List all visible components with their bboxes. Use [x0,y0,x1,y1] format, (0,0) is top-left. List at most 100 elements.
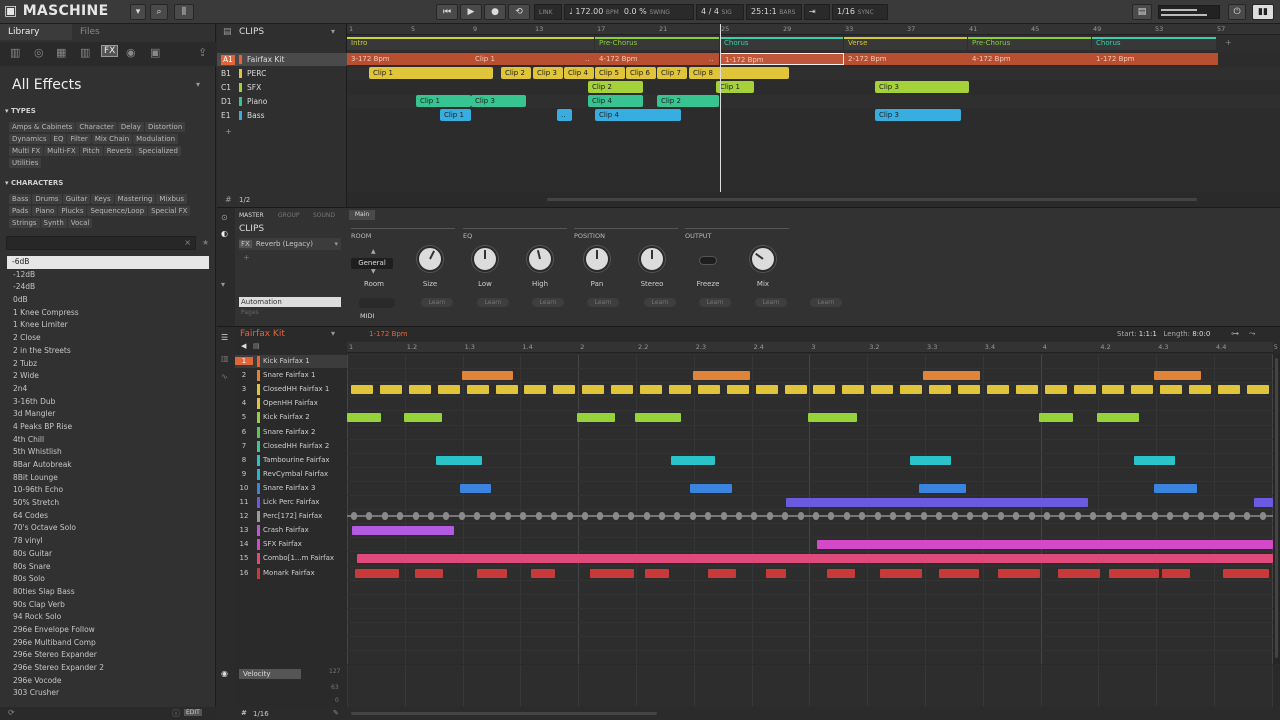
list-item[interactable]: -6dB [7,256,209,269]
list-item[interactable]: 2 in the Streets [0,345,216,358]
note[interactable] [1073,385,1096,395]
clip-block[interactable]: Clip 1 [416,95,471,107]
note[interactable] [690,483,732,493]
kit-icon[interactable]: ▦ [56,46,66,59]
note[interactable] [671,455,715,465]
pad-row[interactable]: 9 RevCymbal Fairfax [235,468,347,481]
learn-button[interactable]: Learn [644,298,676,307]
clip-block[interactable]: Clip 7 [657,67,687,79]
list-item[interactable]: 2 Tubz [0,358,216,371]
fx-icon[interactable]: FX [101,45,119,57]
note[interactable] [755,385,778,395]
pencil-icon[interactable]: ✎ [333,709,339,717]
list-item[interactable]: 296e Envelope Follow [0,624,216,637]
type-tag[interactable]: Modulation [133,134,179,144]
note[interactable] [784,385,807,395]
clip-block[interactable]: Clip 3 [875,109,961,121]
clip-block[interactable]: Clip 1 [440,109,471,121]
note[interactable] [708,568,736,578]
character-tag[interactable]: Vocal [67,218,93,228]
clip-block[interactable]: Clip 3 [875,81,969,93]
track-row[interactable]: C1 SFX [217,81,347,94]
scene-label[interactable]: Chorus [1096,39,1121,47]
character-tag[interactable]: Mastering [114,194,156,204]
search-input[interactable]: × [6,236,196,250]
clip-block[interactable]: Clip 2 [501,67,531,79]
note[interactable] [1044,385,1067,395]
note[interactable] [1223,568,1269,578]
note[interactable] [1154,483,1197,493]
note[interactable] [929,385,951,395]
type-tag[interactable]: Utilities [9,158,42,168]
pad-row[interactable]: 7 ClosedHH Fairfax 2 [235,440,347,453]
restart-button[interactable]: ⏮ [436,4,458,20]
piano-roll-icon[interactable]: ☰ [221,333,228,342]
clip-block[interactable]: Clip 8 [689,67,789,79]
quantize-display[interactable]: 1/16 SYNC [832,4,888,20]
note[interactable] [553,385,576,395]
note[interactable] [531,568,555,578]
tab-group[interactable]: GROUP [278,212,300,219]
tab-library[interactable]: Library [0,24,72,40]
track-row[interactable]: B1 PERC [217,67,347,80]
add-group-button[interactable]: + [225,127,232,136]
link-toggle[interactable]: LINK [534,4,562,20]
scene-label[interactable]: Verse [848,39,867,47]
type-tag[interactable]: Character [76,122,117,132]
refresh-icon[interactable]: ⟳ [8,708,15,717]
note[interactable] [827,568,855,578]
menu-dropdown-button[interactable]: ▾ [130,4,146,20]
list-item[interactable]: 4 Peaks BP Rise [0,421,216,434]
track-row[interactable]: A1 Fairfax Kit [217,53,347,66]
note[interactable] [635,413,681,423]
type-tag[interactable]: Delay [117,122,144,132]
note[interactable] [436,455,482,465]
type-tag[interactable]: Specialized [135,146,181,156]
collapse-icon[interactable]: ▾ [221,280,225,289]
note[interactable] [1162,568,1190,578]
instrument-preset-icon[interactable]: ▥ [80,46,90,59]
clip-block[interactable]: Clip 3 [533,67,563,79]
note[interactable] [351,385,373,395]
pad-row[interactable]: 15 Combo[1...m Fairfax [235,552,347,565]
note[interactable] [957,385,980,395]
step-quantize[interactable]: 1/16 [253,710,269,718]
group-icon[interactable]: ◎ [34,46,44,59]
scene-label[interactable]: Chorus [724,39,749,47]
list-item[interactable]: 1 Knee Compress [0,307,216,320]
note[interactable] [357,554,1273,564]
pad-row[interactable]: 8 Tambourine Fairfax [235,454,347,467]
pattern-scrollbar-h[interactable] [351,712,657,715]
channel-icon[interactable]: ◐ [221,229,228,238]
pad-row[interactable]: 11 Lick Perc Fairfax [235,496,347,509]
pad-row[interactable]: 12 Perc[172] Fairfax [235,510,347,523]
list-item[interactable]: 70's Octave Solo [0,522,216,535]
note[interactable] [437,385,460,395]
list-item[interactable]: 8Bar Autobreak [0,459,216,472]
list-item[interactable]: 2 Wide [0,370,216,383]
list-item[interactable]: 296e Multiband Comp [0,637,216,650]
list-item[interactable]: 8Bit Lounge [0,472,216,485]
pad-row[interactable]: 6 Snare Fairfax 2 [235,426,347,439]
note[interactable] [466,385,489,395]
clip-block[interactable]: Clip 3 [471,95,526,107]
grid-icon[interactable]: # [225,195,232,204]
zoom-icon[interactable]: ⊶ [1231,329,1239,338]
learn-button[interactable]: Learn [699,298,731,307]
tab-sound[interactable]: SOUND [313,212,335,219]
note[interactable] [880,568,922,578]
character-tag[interactable]: Mixbus [156,194,188,204]
note[interactable] [900,385,923,395]
pad-row[interactable]: 5 Kick Fairfax 2 [235,411,347,424]
tempo-value[interactable]: 172.00 [575,7,603,16]
note[interactable] [871,385,894,395]
type-tag[interactable]: Distortion [144,122,186,132]
arranger-scrollbar[interactable] [347,192,1280,207]
track-row[interactable]: D1 Piano [217,95,347,108]
mixer-icon[interactable]: ⫼ [174,4,194,20]
pattern-ruler[interactable]: 1 1.2 1.3 1.4 2 2.2 2.3 2.4 3 3.2 3.3 3.4 4 4.2 4.3 4.4… [347,342,1278,353]
learn-button[interactable]: Learn [810,298,842,307]
note[interactable] [693,371,750,381]
character-tag[interactable]: Pads [9,206,32,216]
note[interactable] [462,371,513,381]
